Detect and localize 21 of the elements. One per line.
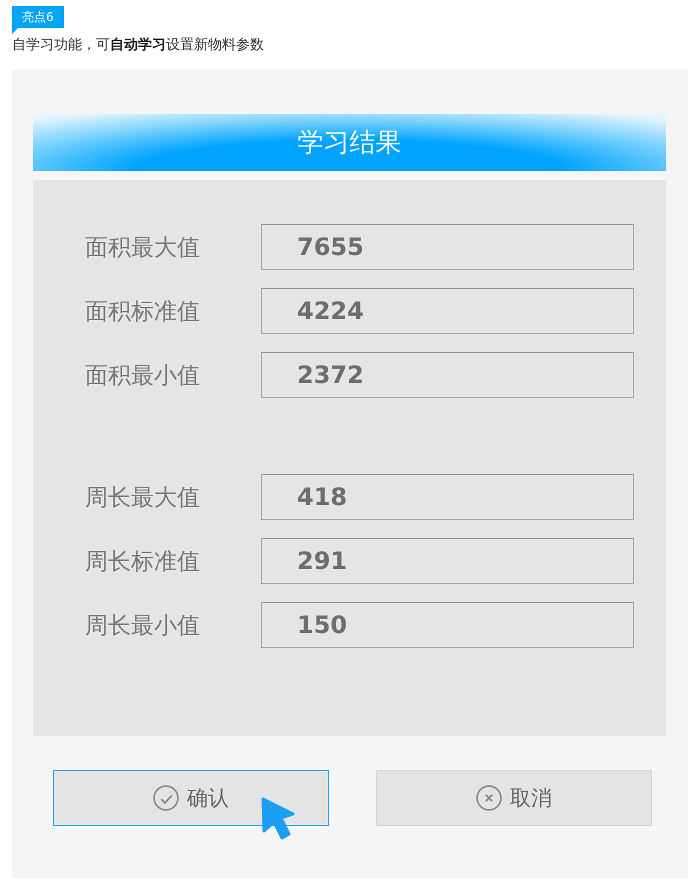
field-label: 面积最小值 [85, 362, 201, 390]
badge-tail-icon [12, 28, 18, 34]
value-field[interactable]: 2372 [261, 352, 634, 398]
highlight-badge: 亮点6 [12, 6, 64, 28]
cursor-icon [260, 796, 296, 842]
field-label: 面积最大值 [85, 234, 201, 262]
field-label: 面积标准值 [85, 298, 201, 326]
caption-text: 自学习功能，可自动学习设置新物料参数 [12, 36, 265, 54]
value-field[interactable]: 150 [261, 602, 634, 648]
check-circle-icon [153, 785, 179, 811]
value-field[interactable]: 291 [261, 538, 634, 584]
value-field[interactable]: 418 [261, 474, 634, 520]
dialog-title: 学习结果 [33, 114, 666, 171]
field-label: 周长最大值 [85, 484, 201, 512]
close-circle-icon [476, 785, 502, 811]
cancel-button[interactable]: 取消 [376, 770, 652, 826]
value-field[interactable]: 7655 [261, 224, 634, 270]
field-label: 周长最小值 [85, 612, 201, 640]
value-field[interactable]: 4224 [261, 288, 634, 334]
confirm-button[interactable]: 确认 [53, 770, 329, 826]
field-label: 周长标准值 [85, 548, 201, 576]
